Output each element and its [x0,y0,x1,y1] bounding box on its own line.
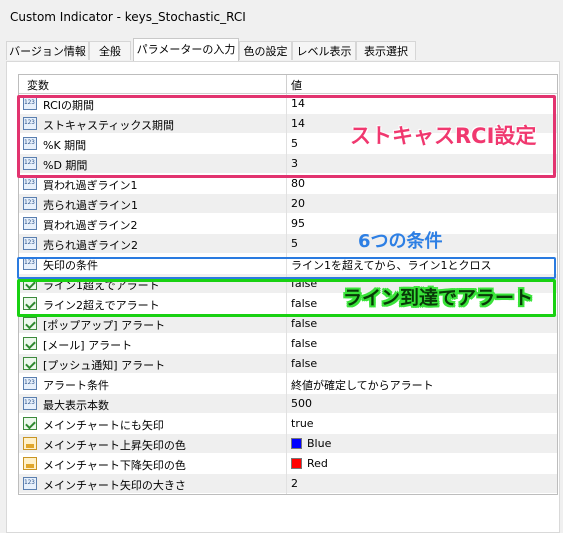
parameter-name: メインチャートにも矢印 [43,419,164,432]
parameter-value[interactable]: false [291,357,317,370]
tab-input-parameters[interactable]: パラメーターの入力 [133,38,239,61]
column-divider[interactable] [286,75,287,93]
cell-divider [286,334,287,354]
parameter-row[interactable]: 最大表示本数 500 [19,394,557,414]
parameter-value-text: Red [307,457,328,470]
parameter-value[interactable]: true [291,417,314,430]
parameter-name: メインチャート上昇矢印の色 [43,439,186,452]
parameter-row[interactable]: 売られ過ぎライン1 20 [19,194,557,214]
parameter-name: 売られ過ぎライン2 [43,239,138,252]
tab-colors[interactable]: 色の設定 [239,41,292,60]
parameter-value-text: false [291,317,318,330]
parameter-value-text: false [291,337,318,350]
parameter-value[interactable]: Blue [291,437,331,450]
annotation-six-conditions: 6つの条件 [358,231,443,252]
bool-icon [23,337,37,350]
highlight-box-arrow-condition [17,257,556,279]
cell-divider [286,434,287,454]
parameter-value-text: 5 [291,237,298,250]
parameter-row[interactable]: [プッシュ通知] アラート false [19,354,557,374]
grid-header: 変数 値 [19,75,557,94]
column-header-variable[interactable]: 変数 [27,77,49,93]
number-icon [23,177,37,190]
parameter-value-text: 80 [291,177,305,190]
parameter-name: メインチャート矢印の大きさ [43,479,186,492]
parameter-value-text: Blue [307,437,332,450]
parameter-row[interactable]: [メール] アラート false [19,334,557,354]
parameter-name: アラート条件 [43,379,109,392]
cell-divider [286,194,287,214]
parameter-row[interactable]: アラート条件 終値が確定してからアラート [19,374,557,394]
parameter-value-text: false [291,357,318,370]
cell-divider [286,374,287,394]
cell-divider [286,414,287,434]
parameter-name: 最大表示本数 [43,399,109,412]
parameter-value-text: 終値が確定してからアラート [291,379,434,392]
cell-divider [286,234,287,254]
color-swatch [291,458,302,469]
parameter-name: 売られ過ぎライン1 [43,199,138,212]
parameter-name: 買われ過ぎライン1 [43,179,138,192]
parameter-value[interactable]: 20 [291,197,305,210]
parameter-row[interactable]: メインチャート下降矢印の色 Red [19,454,557,474]
parameter-name: [プッシュ通知] アラート [43,359,166,372]
tab-general[interactable]: 全般 [89,41,131,60]
tab-version-info[interactable]: バージョン情報 [6,41,89,60]
parameter-row[interactable]: [ポップアップ] アラート false [19,314,557,334]
cell-divider [286,474,287,494]
parameter-row[interactable]: メインチャート上昇矢印の色 Blue [19,434,557,454]
parameter-name: [メール] アラート [43,339,133,352]
parameter-value[interactable]: 80 [291,177,305,190]
parameter-value-text: 95 [291,217,305,230]
color-swatch [291,438,302,449]
column-header-value[interactable]: 値 [291,77,302,93]
title-bar: Custom Indicator - keys_Stochastic_RCI [0,0,563,34]
bool-icon [23,417,37,430]
parameter-name: メインチャート下降矢印の色 [43,459,186,472]
parameter-value[interactable]: false [291,317,317,330]
number-icon [23,237,37,250]
tab-levels[interactable]: レベル表示 [292,41,356,60]
cell-divider [286,314,287,334]
number-icon [23,397,37,410]
parameter-name: [ポップアップ] アラート [43,319,166,332]
parameter-value-text: 500 [291,397,312,410]
parameter-value[interactable]: 95 [291,217,305,230]
parameter-value[interactable]: 500 [291,397,312,410]
color-icon [23,457,37,470]
cell-divider [286,454,287,474]
parameter-row[interactable]: 買われ過ぎライン2 95 [19,214,557,234]
parameter-value[interactable]: false [291,337,317,350]
annotation-line-alert: ライン到達でアラート [343,287,534,309]
parameter-row[interactable]: メインチャートにも矢印 true [19,414,557,434]
parameter-value[interactable]: 終値が確定してからアラート [291,377,434,393]
window-title: Custom Indicator - keys_Stochastic_RCI [10,10,246,24]
parameter-value[interactable]: Red [291,457,328,470]
bool-icon [23,317,37,330]
parameter-value-text: true [291,417,314,430]
number-icon [23,477,37,490]
number-icon [23,377,37,390]
color-icon [23,437,37,450]
number-icon [23,197,37,210]
cell-divider [286,214,287,234]
parameter-name: 買われ過ぎライン2 [43,219,138,232]
parameter-row[interactable]: メインチャート矢印の大きさ 2 [19,474,557,494]
cell-divider [286,394,287,414]
cell-divider [286,354,287,374]
bool-icon [23,357,37,370]
parameter-value[interactable]: 5 [291,237,298,250]
parameter-value-text: 20 [291,197,305,210]
number-icon [23,217,37,230]
parameter-value-text: 2 [291,477,298,490]
parameter-row[interactable]: 売られ過ぎライン2 5 [19,234,557,254]
tab-visualization[interactable]: 表示選択 [356,41,416,60]
parameter-value[interactable]: 2 [291,477,298,490]
annotation-rci-settings: ストキャスRCI設定 [350,124,537,148]
